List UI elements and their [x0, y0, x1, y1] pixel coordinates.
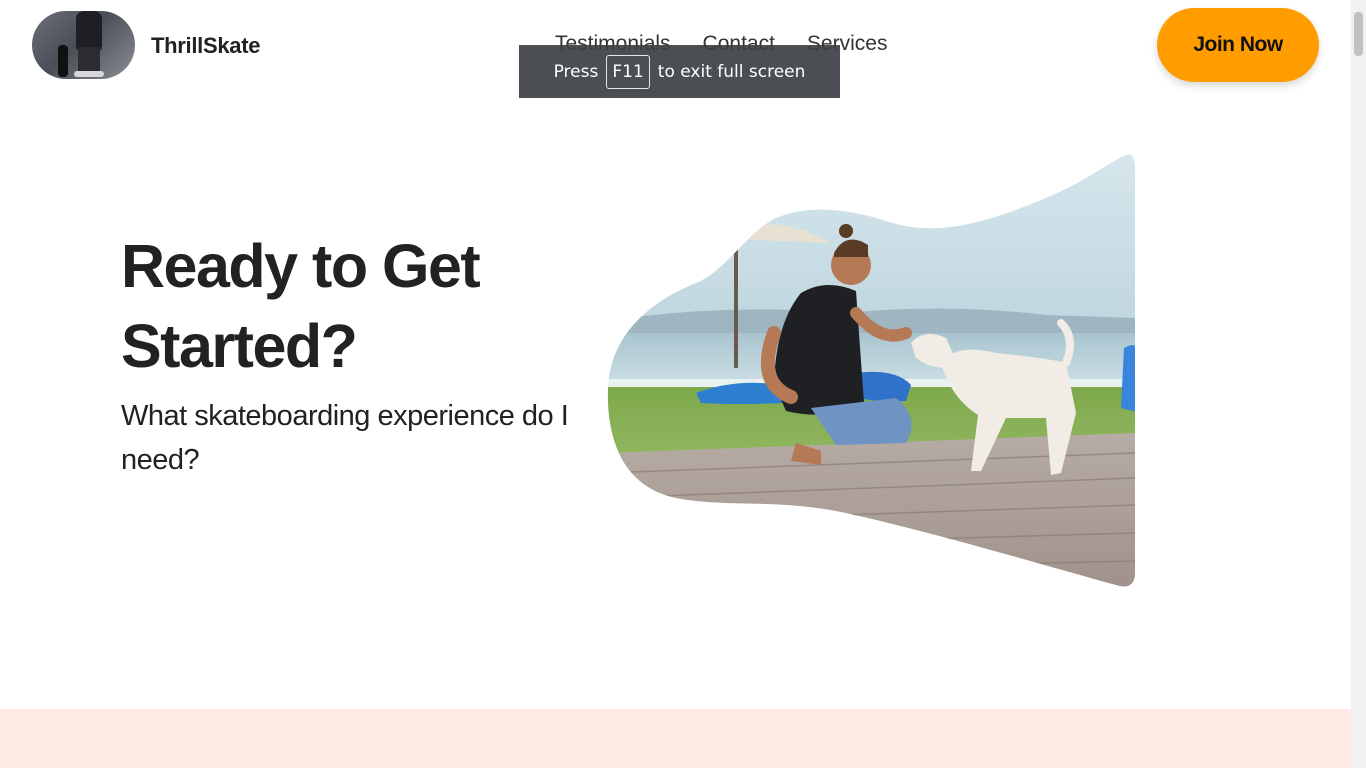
next-section-band	[0, 709, 1351, 768]
fullscreen-exit-toast: Press F11 to exit full screen	[519, 45, 840, 98]
toast-suffix: to exit full screen	[657, 61, 806, 82]
brand-name[interactable]: ThrillSkate	[151, 33, 260, 59]
page-scrollbar[interactable]	[1351, 0, 1366, 768]
skateboard-shape	[58, 45, 68, 77]
join-now-button[interactable]: Join Now	[1157, 8, 1319, 82]
skater-legs	[78, 47, 100, 73]
hero-title: Ready to Get Started?	[121, 232, 481, 380]
toast-prefix: Press	[553, 61, 599, 82]
skater-figure	[76, 11, 102, 51]
hero-subtitle: What skateboarding experience do I need?	[121, 400, 569, 476]
skater-shoes	[74, 71, 104, 77]
scrollbar-thumb[interactable]	[1354, 12, 1363, 56]
logo-avatar-image[interactable]	[32, 11, 135, 79]
hero-blob-image	[607, 154, 1135, 587]
f11-key-badge: F11	[606, 54, 650, 89]
